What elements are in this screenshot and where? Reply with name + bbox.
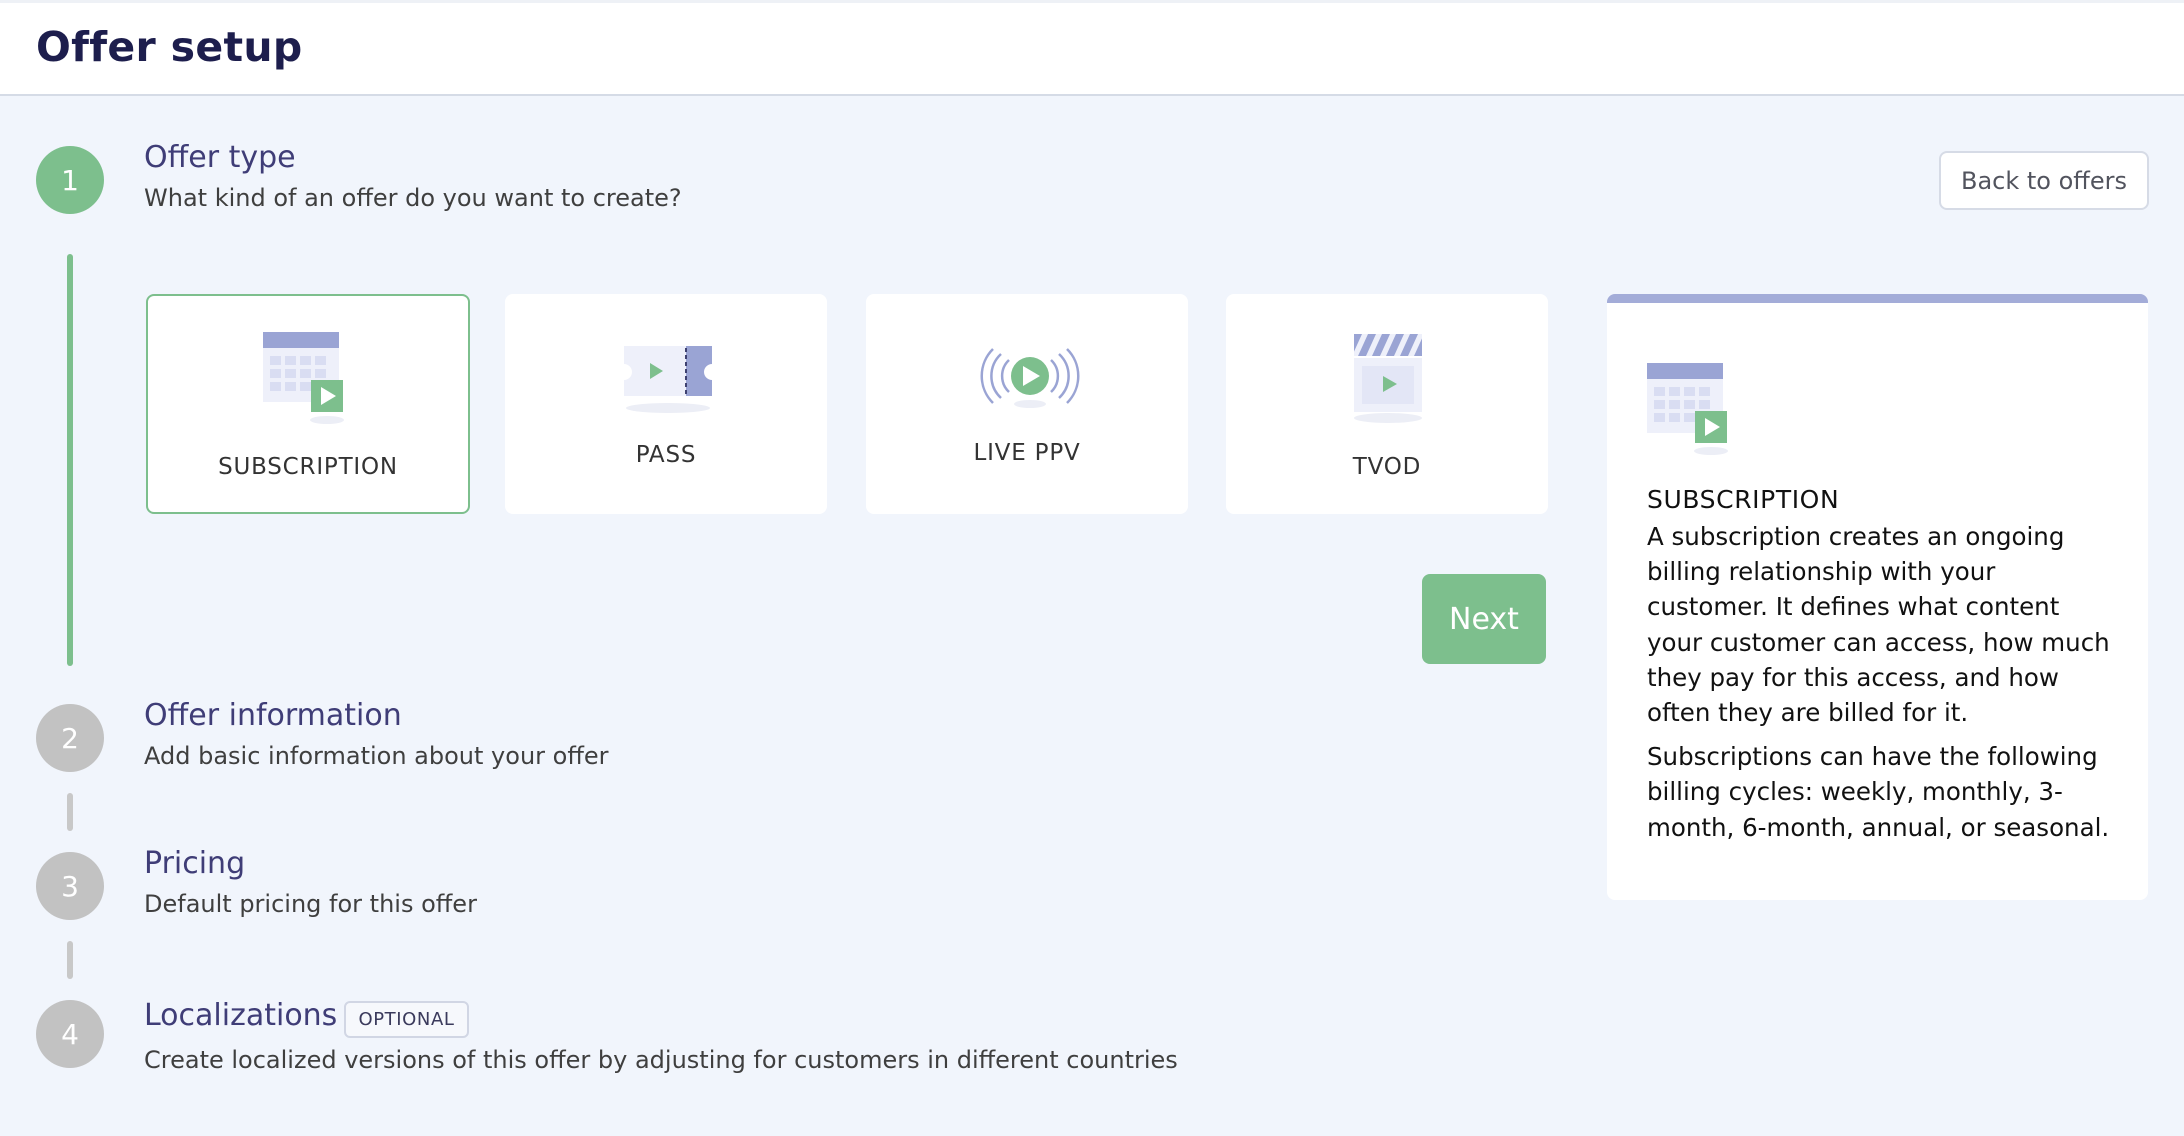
- optional-badge: OPTIONAL: [344, 1001, 469, 1038]
- step-2-indicator: 2: [36, 704, 104, 772]
- offer-type-card-pass[interactable]: PASS: [505, 294, 827, 514]
- clapperboard-icon: [1354, 334, 1422, 423]
- step-1-title: Offer type: [144, 140, 296, 175]
- card-label: PASS: [635, 442, 697, 468]
- step-3-indicator: 3: [36, 852, 104, 920]
- offer-type-card-subscription[interactable]: SUBSCRIPTION: [146, 294, 470, 514]
- offer-type-card-live-ppv[interactable]: LIVE PPV: [866, 294, 1188, 514]
- info-paragraph-1: A subscription creates an ongoing billin…: [1647, 522, 2110, 728]
- offer-type-card-tvod[interactable]: TVOD: [1226, 294, 1548, 514]
- back-to-offers-button[interactable]: Back to offers: [1939, 151, 2149, 210]
- offer-type-info-panel: SUBSCRIPTION A subscription creates an o…: [1607, 294, 2148, 900]
- step-4-title: Localizations: [144, 998, 338, 1033]
- calendar-play-icon: [1647, 363, 1728, 455]
- step-2-subtitle: Add basic information about your offer: [144, 742, 609, 770]
- ticket-icon: [624, 346, 712, 413]
- step-4-indicator: 4: [36, 1000, 104, 1068]
- page-header: Offer setup: [0, 0, 2184, 96]
- info-panel-description: A subscription creates an ongoing billin…: [1647, 519, 2117, 845]
- card-label: TVOD: [1352, 454, 1422, 480]
- step-1-subtitle: What kind of an offer do you want to cre…: [144, 184, 682, 212]
- step-2-connector: [67, 793, 73, 831]
- broadcast-play-icon: [980, 348, 1080, 408]
- info-paragraph-2: Subscriptions can have the following bil…: [1647, 742, 2110, 842]
- next-button[interactable]: Next: [1422, 574, 1546, 664]
- step-3-title: Pricing: [144, 846, 246, 881]
- step-4-subtitle: Create localized versions of this offer …: [144, 1046, 1178, 1074]
- step-1-indicator: 1: [36, 146, 104, 214]
- step-3-subtitle: Default pricing for this offer: [144, 890, 477, 918]
- card-label: LIVE PPV: [973, 440, 1081, 466]
- step-1-connector: [67, 254, 73, 666]
- calendar-play-icon: [263, 332, 344, 424]
- info-panel-title: SUBSCRIPTION: [1647, 485, 1840, 514]
- step-3-connector: [67, 941, 73, 979]
- page-title: Offer setup: [36, 23, 303, 71]
- step-2-title: Offer information: [144, 698, 402, 733]
- card-label: SUBSCRIPTION: [218, 454, 398, 480]
